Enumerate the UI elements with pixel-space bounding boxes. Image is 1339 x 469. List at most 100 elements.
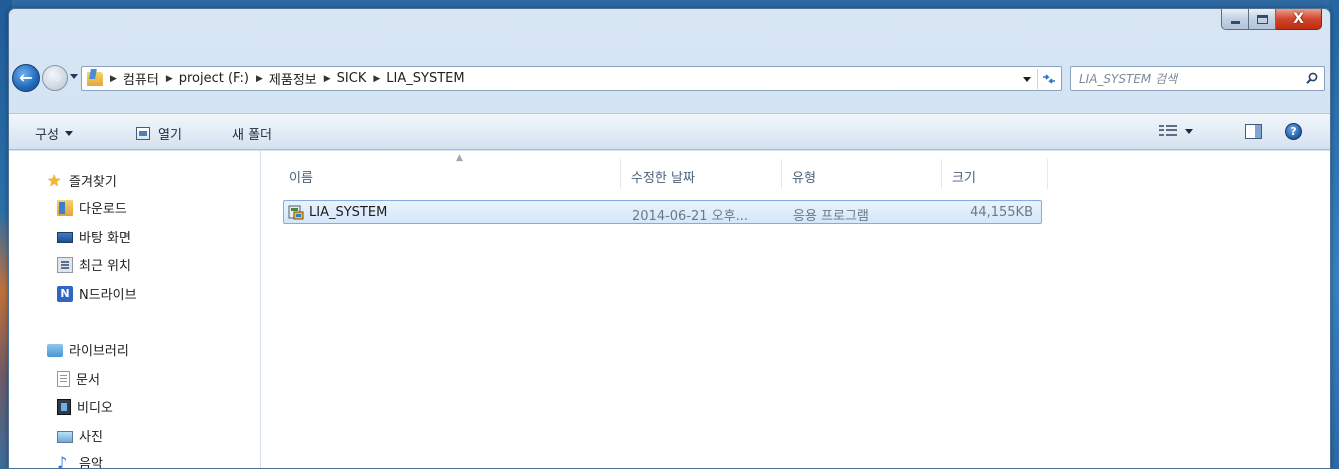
folder-icon [87,71,103,86]
open-button[interactable]: 열기 [136,123,182,143]
column-header-size[interactable]: 크기 [952,151,976,191]
new-folder-button[interactable]: 새 폴더 [232,123,272,143]
chevron-right-icon[interactable]: ▶ [324,74,331,84]
search-icon[interactable] [1306,72,1318,84]
sidebar-item-label: 문서 [76,373,100,388]
back-arrow-icon: ← [19,68,33,87]
file-date: 2014-06-21 오후... [632,209,748,224]
sidebar-item-documents[interactable]: 문서 [57,369,100,388]
search-input[interactable] [1079,70,1289,87]
refresh-button[interactable] [1037,69,1059,89]
close-icon: X [1293,11,1304,27]
search-box[interactable] [1070,66,1325,91]
breadcrumb-sick[interactable]: SICK [337,71,367,86]
chevron-right-icon[interactable]: ▶ [256,74,263,84]
refresh-icon [1042,74,1055,84]
column-divider[interactable] [941,159,942,189]
sidebar-item-label: N드라이브 [79,288,137,303]
breadcrumb-product-info[interactable]: 제품정보 [269,69,317,88]
column-header-label: 크기 [952,171,976,186]
sidebar-item-label: 즐겨찾기 [69,175,117,190]
chevron-right-icon[interactable]: ▶ [110,74,117,84]
sidebar-item-recent-places[interactable]: 최근 위치 [57,255,131,274]
column-header-label: 유형 [792,171,816,186]
star-icon: ★ [47,170,62,190]
forward-button[interactable]: → [42,65,68,91]
chevron-down-icon [64,130,73,136]
sort-ascending-icon: ▲ [456,153,463,163]
column-header-date[interactable]: 수정한 날짜 [631,151,695,191]
navigation-bar: ← → ▶ 컴퓨터 ▶ project (F:) ▶ 제품정보 ▶ SICK ▶… [9,61,1330,97]
back-button[interactable]: ← [12,64,40,92]
new-folder-label: 새 폴더 [232,127,273,143]
sidebar-item-pictures[interactable]: 사진 [57,426,103,445]
breadcrumb-computer[interactable]: 컴퓨터 [123,69,159,88]
ndrive-icon: N [57,285,73,302]
desktop-icon [57,232,73,243]
open-icon [136,126,150,140]
sidebar-item-label: 라이브러리 [69,344,129,359]
application-icon [288,205,304,220]
content-area: ★ 즐겨찾기 다운로드 바탕 화면 최근 위치 N N드라이브 라이브러리 문서… [9,151,1330,469]
maximize-icon [1256,14,1268,24]
views-icon [1159,125,1177,137]
file-list: 이름 ▲ 수정한 날짜 유형 크기 LIA_SYSTEM 2014-06-21 … [262,151,1330,468]
column-divider[interactable] [1047,159,1048,189]
video-icon [57,398,71,415]
minimize-button[interactable] [1221,9,1249,30]
column-divider[interactable] [620,159,621,189]
chevron-down-icon [1185,128,1193,134]
sidebar-item-ndrive[interactable]: N N드라이브 [57,284,137,303]
breadcrumb-drive[interactable]: project (F:) [179,71,249,86]
file-name: LIA_SYSTEM [309,205,388,220]
sidebar-item-favorites[interactable]: ★ 즐겨찾기 [47,171,117,190]
column-header-type[interactable]: 유형 [792,151,816,191]
close-button[interactable]: X [1276,9,1322,30]
library-icon [47,344,63,357]
minimize-icon [1230,20,1240,24]
sidebar-item-label: 비디오 [77,401,113,416]
file-row-selected[interactable]: LIA_SYSTEM 2014-06-21 오후... 응용 프로그램 44,1… [283,200,1042,224]
documents-icon [57,370,70,387]
downloads-icon [57,199,73,216]
file-type: 응용 프로그램 [793,209,869,224]
recent-pages-dropdown-icon[interactable] [70,74,78,79]
breadcrumb-lia-system[interactable]: LIA_SYSTEM [386,71,464,86]
pictures-icon [57,430,73,443]
organize-label: 구성 [35,127,59,143]
sidebar-item-desktop[interactable]: 바탕 화면 [57,227,131,246]
chevron-right-icon[interactable]: ▶ [373,74,380,84]
explorer-window: X ← → ▶ 컴퓨터 ▶ project (F:) ▶ 제품정보 ▶ SICK… [8,8,1331,469]
help-button[interactable]: ? [1285,123,1302,140]
sidebar-item-label: 사진 [79,430,103,445]
desktop-background-top [0,0,1339,8]
column-header-name[interactable]: 이름 [289,151,313,191]
caption-buttons: X [1221,9,1322,31]
forward-arrow-icon: → [48,68,62,87]
sidebar-item-label: 바탕 화면 [79,231,131,246]
sidebar-item-label: 최근 위치 [79,259,131,274]
sidebar-item-libraries[interactable]: 라이브러리 [47,340,129,359]
preview-pane-button[interactable] [1245,124,1262,139]
column-header-label: 이름 [289,171,313,186]
chevron-right-icon[interactable]: ▶ [166,74,173,84]
sidebar-item-music[interactable]: ♪ 음악 [57,452,103,469]
sidebar-item-label: 다운로드 [79,202,127,217]
maximize-button[interactable] [1249,9,1276,30]
address-history-dropdown-icon[interactable] [1023,77,1031,82]
open-label: 열기 [158,127,182,143]
recent-places-icon [57,256,73,273]
file-size: 44,155KB [970,205,1033,220]
navigation-pane: ★ 즐겨찾기 다운로드 바탕 화면 최근 위치 N N드라이브 라이브러리 문서… [9,151,261,469]
sidebar-item-videos[interactable]: 비디오 [57,397,113,416]
address-bar[interactable]: ▶ 컴퓨터 ▶ project (F:) ▶ 제품정보 ▶ SICK ▶ LIA… [81,66,1062,91]
sidebar-item-label: 음악 [79,457,103,469]
column-divider[interactable] [781,159,782,189]
command-bar: 구성 열기 새 폴더 ? [9,113,1330,150]
organize-button[interactable]: 구성 [35,123,73,143]
sidebar-item-downloads[interactable]: 다운로드 [57,198,127,217]
help-icon: ? [1290,125,1297,138]
column-header-label: 수정한 날짜 [631,171,695,186]
change-view-button[interactable] [1159,125,1193,137]
music-icon: ♪ [57,452,68,469]
